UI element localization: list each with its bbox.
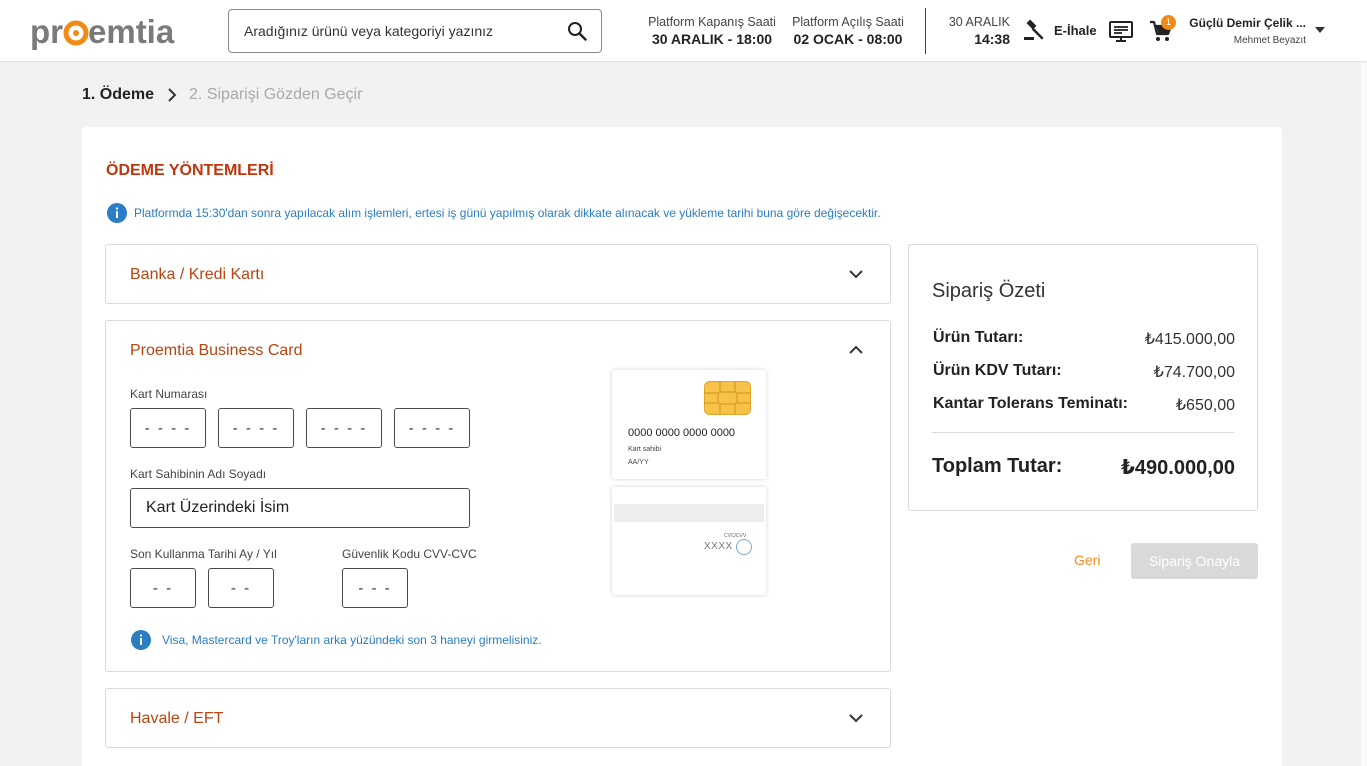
summary-total: Toplam Tutar: ₺490.000,00	[932, 455, 1235, 480]
summary-row-tolerance: Kantar Tolerans Teminatı: ₺650,00	[933, 395, 1235, 415]
accordion-bank-card-title: Banka / Kredi Kartı	[130, 266, 265, 283]
eihale-label: E-İhale	[1054, 22, 1097, 38]
breadcrumb-step-review[interactable]: 2. Siparişi Gözden Geçir	[189, 86, 362, 104]
platform-close-value: 30 ARALIK - 18:00	[651, 31, 773, 47]
cvv-highlight-circle	[736, 539, 752, 555]
payment-methods-title: ÖDEME YÖNTEMLERİ	[106, 162, 274, 179]
platform-close-label: Platform Kapanış Saati	[648, 15, 776, 29]
chevron-up-icon[interactable]	[849, 345, 863, 355]
order-summary: Sipariş Özeti Ürün Tutarı: ₺415.000,00 Ü…	[908, 244, 1258, 511]
cart-count-badge: 1	[1161, 15, 1176, 30]
card-preview-front: 0000 0000 0000 0000 Kart sahibi AA/YY	[612, 370, 766, 479]
summary-row-label: Ürün Tutarı:	[933, 329, 1024, 346]
card-number-field-1[interactable]: - - - -	[130, 408, 206, 448]
current-time: 14:38	[974, 31, 1010, 47]
magnetic-strip	[614, 504, 764, 522]
card-number-field-2[interactable]: - - - -	[218, 408, 294, 448]
gavel-icon	[1024, 19, 1044, 40]
accordion-bank-transfer-title: Havale / EFT	[130, 710, 224, 727]
platform-open-value: 02 OCAK - 08:00	[793, 31, 903, 47]
summary-row-value: ₺650,00	[1175, 397, 1235, 414]
card-holder-label: Kart Sahibinin Adı Soyadı	[130, 467, 267, 481]
cvv-info-notice: Visa, Mastercard ve Troy'ların arka yüzü…	[130, 629, 542, 651]
card-number-field-3[interactable]: - - - -	[306, 408, 382, 448]
search-input[interactable]	[244, 20, 554, 42]
cvv-field[interactable]: - - -	[342, 568, 408, 608]
summary-total-value: ₺490.000,00	[1120, 457, 1235, 479]
user-name: Mehmet Beyazıt	[1233, 35, 1306, 46]
confirm-order-button[interactable]: Sipariş Onayla	[1131, 543, 1258, 579]
summary-row-value: ₺415.000,00	[1144, 331, 1235, 348]
order-summary-title: Sipariş Özeti	[932, 280, 1046, 302]
breadcrumb-step-payment[interactable]: 1. Ödeme	[82, 86, 154, 104]
proemtia-logo[interactable]: pr emtia	[30, 12, 190, 52]
info-notice: Platformda 15:30'dan sonra yapılacak alı…	[106, 202, 881, 224]
current-date: 30 ARALIK	[948, 15, 1010, 29]
summary-row-value: ₺74.700,00	[1153, 364, 1235, 381]
platform-open-time: Platform Açılış Saati 02 OCAK - 08:00	[790, 14, 906, 49]
info-icon	[107, 203, 127, 223]
summary-row-product: Ürün Tutarı: ₺415.000,00	[933, 329, 1235, 349]
scrollbar[interactable]	[1361, 63, 1367, 766]
eihale-link[interactable]: E-İhale	[1022, 18, 1097, 42]
back-button[interactable]: Geri	[1074, 552, 1100, 568]
summary-row-label: Kantar Tolerans Teminatı:	[933, 395, 1128, 412]
chevron-down-icon[interactable]	[849, 269, 863, 279]
card-holder-input[interactable]: Kart Üzerindeki İsim	[130, 488, 470, 528]
checkout-panel: ÖDEME YÖNTEMLERİ Platformda 15:30'dan so…	[82, 127, 1282, 766]
expiry-year-field[interactable]: - -	[208, 568, 274, 608]
cvv-info-text: Visa, Mastercard ve Troy'ların arka yüzü…	[162, 633, 542, 647]
info-notice-text: Platformda 15:30'dan sonra yapılacak alı…	[134, 206, 881, 220]
top-header: pr emtia Platform Kapanış Saati 30 ARALI…	[0, 0, 1367, 62]
platform-open-label: Platform Açılış Saati	[792, 15, 904, 29]
card-preview-expiry: AA/YY	[628, 459, 649, 466]
card-number-label: Kart Numarası	[130, 387, 208, 401]
card-preview-holder: Kart sahibi	[628, 446, 662, 453]
card-chip-icon	[704, 381, 751, 415]
caret-down-icon[interactable]	[1314, 26, 1326, 34]
accordion-business-card-title: Proemtia Business Card	[130, 342, 303, 359]
card-preview-cvv-value: XXXX	[704, 541, 733, 552]
summary-row-label: Ürün KDV Tutarı:	[933, 362, 1062, 379]
card-preview-number: 0000 0000 0000 0000	[628, 427, 736, 439]
summary-divider	[932, 432, 1234, 433]
summary-row-vat: Ürün KDV Tutarı: ₺74.700,00	[933, 362, 1235, 382]
info-icon	[131, 630, 151, 650]
monitor-list-icon[interactable]	[1108, 18, 1134, 44]
accordion-business-card: Proemtia Business Card Kart Numarası - -…	[105, 320, 891, 672]
user-menu[interactable]: Güçlü Demir Çelik ... Mehmet Beyazıt	[1186, 15, 1306, 48]
accordion-bank-card[interactable]: Banka / Kredi Kartı	[105, 244, 891, 304]
company-name: Güçlü Demir Çelik ...	[1189, 16, 1306, 30]
logo-mark: pr emtia	[30, 13, 175, 50]
summary-total-label: Toplam Tutar:	[932, 455, 1063, 477]
header-divider	[925, 8, 926, 54]
breadcrumb: 1. Ödeme 2. Siparişi Gözden Geçir	[82, 86, 362, 104]
cvv-label: Güvenlik Kodu CVV-CVC	[342, 547, 477, 561]
search-box	[228, 9, 602, 53]
svg-text:pr: pr	[30, 13, 63, 50]
current-datetime: 30 ARALIK 14:38	[946, 14, 1010, 49]
search-icon[interactable]	[567, 21, 587, 41]
accordion-bank-transfer[interactable]: Havale / EFT	[105, 688, 891, 748]
platform-close-time: Platform Kapanış Saati 30 ARALIK - 18:00	[648, 14, 776, 49]
expiry-month-field[interactable]: - -	[130, 568, 196, 608]
chevron-down-icon[interactable]	[849, 713, 863, 723]
card-preview-back: CVC/CVV XXXX	[612, 487, 766, 595]
expiry-label: Son Kullanma Tarihi Ay / Yıl	[130, 547, 277, 561]
svg-text:emtia: emtia	[88, 13, 175, 50]
chevron-right-icon	[168, 88, 177, 102]
card-number-field-4[interactable]: - - - -	[394, 408, 470, 448]
